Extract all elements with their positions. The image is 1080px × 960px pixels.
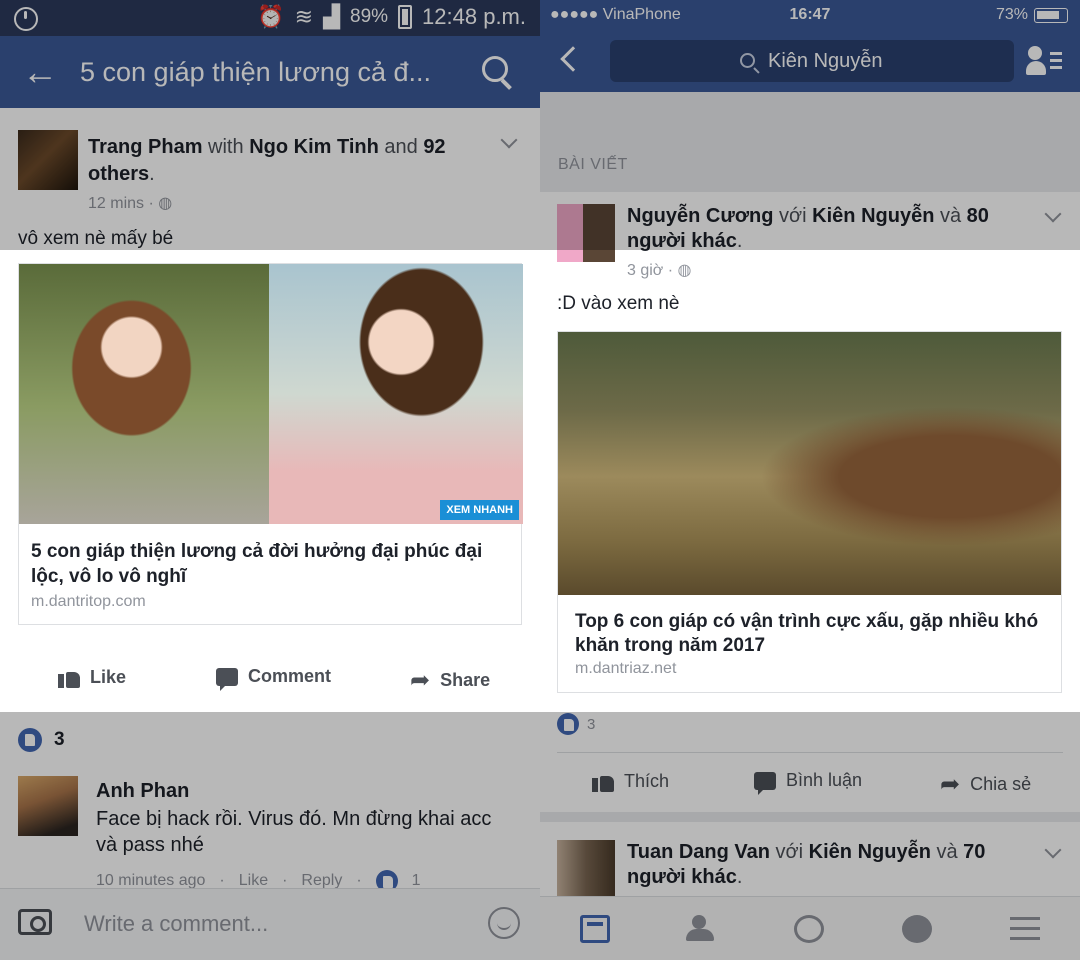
thumbs-up-icon [58, 666, 80, 688]
news-feed-icon[interactable] [580, 915, 610, 943]
others-label[interactable]: người khác [627, 230, 737, 252]
share-button[interactable]: ➦ Share [410, 666, 490, 695]
messenger-icon[interactable] [794, 915, 824, 943]
battery: 73% [996, 6, 1068, 24]
others-count[interactable]: 92 [423, 136, 445, 158]
link-card[interactable]: XEM NHANH 5 con giáp thiện lương cả đời … [18, 263, 523, 625]
others-count[interactable]: 70 [963, 841, 985, 863]
author-name[interactable]: Trang Pham [88, 136, 202, 158]
post: Tuan Dang Van với Kiên Nguyễn và 70 ngườ… [540, 822, 1080, 902]
globe-icon: ◍ [158, 195, 173, 212]
wifi-icon: ≋ [294, 4, 314, 29]
avatar[interactable] [557, 840, 615, 898]
post-time: 3 giờ · ◍ [627, 262, 692, 279]
others-label[interactable]: others [88, 163, 149, 185]
like-reaction-icon [557, 713, 579, 735]
author-name[interactable]: Nguyễn Cương [627, 205, 773, 227]
signal-icon: ▟ [323, 4, 341, 29]
search-query[interactable]: Kiên Nguyễn [768, 50, 883, 73]
link-url: m.dantritop.com [31, 593, 146, 610]
section-header: BÀI VIẾT [540, 92, 1080, 192]
share-arrow-icon: ➦ [410, 667, 431, 694]
globe-icon[interactable] [902, 915, 932, 943]
reactions-summary[interactable]: 3 [557, 713, 595, 735]
share-button[interactable]: ➦ Chia sẻ [940, 770, 1031, 799]
post-message: vô xem nè mấy bé [18, 228, 174, 249]
comment-icon [216, 667, 238, 691]
tagged-name[interactable]: Ngo Kim Tinh [249, 136, 379, 158]
comment-composer[interactable]: Write a comment... [0, 888, 540, 960]
battery-percent: 89% [350, 6, 389, 27]
tagged-name[interactable]: Kiên Nguyễn [812, 205, 934, 227]
photo-right: XEM NHANH [269, 264, 523, 524]
reactions-summary[interactable]: 3 [18, 728, 65, 752]
divider [557, 752, 1063, 753]
tab-bar [540, 896, 1080, 960]
like-button[interactable]: Thích [592, 770, 669, 792]
friend-list-icon[interactable] [1026, 46, 1062, 76]
share-arrow-icon: ➦ [940, 771, 961, 798]
link-image[interactable]: XEM NHANH [19, 264, 523, 524]
post-header: Nguyễn Cương với Kiên Nguyễn và 80 người… [627, 205, 989, 252]
avatar[interactable] [18, 130, 78, 190]
post-time: 12 mins · ◍ [88, 195, 173, 212]
comment-input[interactable]: Write a comment... [84, 911, 268, 937]
camera-icon[interactable] [18, 909, 52, 935]
link-card[interactable]: Top 6 con giáp có vận trình cực xấu, gặp… [557, 331, 1062, 693]
xem-nhanh-badge: XEM NHANH [440, 500, 519, 520]
notification-icon [14, 7, 38, 31]
chevron-down-icon[interactable] [500, 131, 518, 149]
comment-icon [754, 771, 776, 795]
search-field[interactable]: Kiên Nguyễn [610, 40, 1014, 82]
action-bar: Like Comment ➦ Share [0, 652, 540, 706]
post-header: Tuan Dang Van với Kiên Nguyễn và 70 ngườ… [627, 841, 986, 888]
comment-text: Face bị hack rồi. Virus đó. Mn đừng khai… [96, 808, 492, 856]
comment-button[interactable]: Bình luận [754, 770, 862, 795]
battery-icon [1034, 7, 1068, 23]
android-screen: ⏰ ≋ ▟ 89% 12:48 p.m. ← 5 con giáp thiện … [0, 0, 540, 960]
friends-icon[interactable] [686, 915, 716, 943]
chevron-down-icon[interactable] [1044, 205, 1062, 223]
thumbs-up-icon [592, 770, 614, 792]
battery-charging-icon [398, 5, 413, 29]
alarm-icon: ⏰ [257, 4, 285, 29]
post: Trang Pham with Ngo Kim Tinh and 92 othe… [0, 108, 540, 249]
photo-left [19, 264, 269, 524]
others-count[interactable]: 80 [967, 205, 989, 227]
emoji-icon[interactable] [488, 907, 520, 939]
comment-button[interactable]: Comment [216, 666, 331, 691]
author-name[interactable]: Tuan Dang Van [627, 841, 770, 863]
clock: 12:48 p.m. [422, 4, 526, 29]
link-title[interactable]: Top 6 con giáp có vận trình cực xấu, gặp… [575, 610, 1045, 658]
ios-screen: ●●●●● VinaPhone 16:47 73% Kiên Nguyễn BÀ… [540, 0, 1080, 960]
like-button[interactable]: Like [58, 666, 126, 688]
like-reaction-icon [18, 728, 42, 752]
search-icon[interactable] [460, 36, 540, 108]
link-title[interactable]: 5 con giáp thiện lương cả đời hưởng đại … [31, 539, 511, 589]
page-title: 5 con giáp thiện lương cả đ... [80, 56, 431, 87]
search-icon [740, 53, 755, 68]
navigation-bar: Kiên Nguyễn [540, 30, 1080, 92]
post: Nguyễn Cương với Kiên Nguyễn và 80 người… [540, 192, 1080, 812]
ios-status-bar: ●●●●● VinaPhone 16:47 73% [540, 0, 1080, 30]
avatar[interactable] [557, 204, 615, 262]
app-bar: ← 5 con giáp thiện lương cả đ... [0, 36, 540, 108]
commenter-name[interactable]: Anh Phan [96, 780, 189, 803]
post-header: Trang Pham with Ngo Kim Tinh and 92 othe… [88, 136, 446, 185]
post-message: :D vào xem nè [557, 293, 680, 314]
link-url: m.dantriaz.net [575, 660, 677, 677]
back-arrow-icon[interactable]: ← [0, 36, 80, 108]
others-label[interactable]: người khác [627, 866, 737, 888]
globe-icon: ◍ [677, 262, 692, 279]
link-image[interactable] [558, 332, 1061, 595]
menu-icon[interactable] [1010, 915, 1040, 943]
commenter-avatar[interactable] [18, 776, 78, 836]
section-label: BÀI VIẾT [558, 156, 628, 173]
comments-section: 3 Anh Phan Face bị hack rồi. Virus đó. M… [0, 712, 540, 960]
back-chevron-icon[interactable] [560, 46, 586, 72]
android-status-bar: ⏰ ≋ ▟ 89% 12:48 p.m. [0, 0, 540, 36]
chevron-down-icon[interactable] [1044, 841, 1062, 859]
tagged-name[interactable]: Kiên Nguyễn [809, 841, 931, 863]
